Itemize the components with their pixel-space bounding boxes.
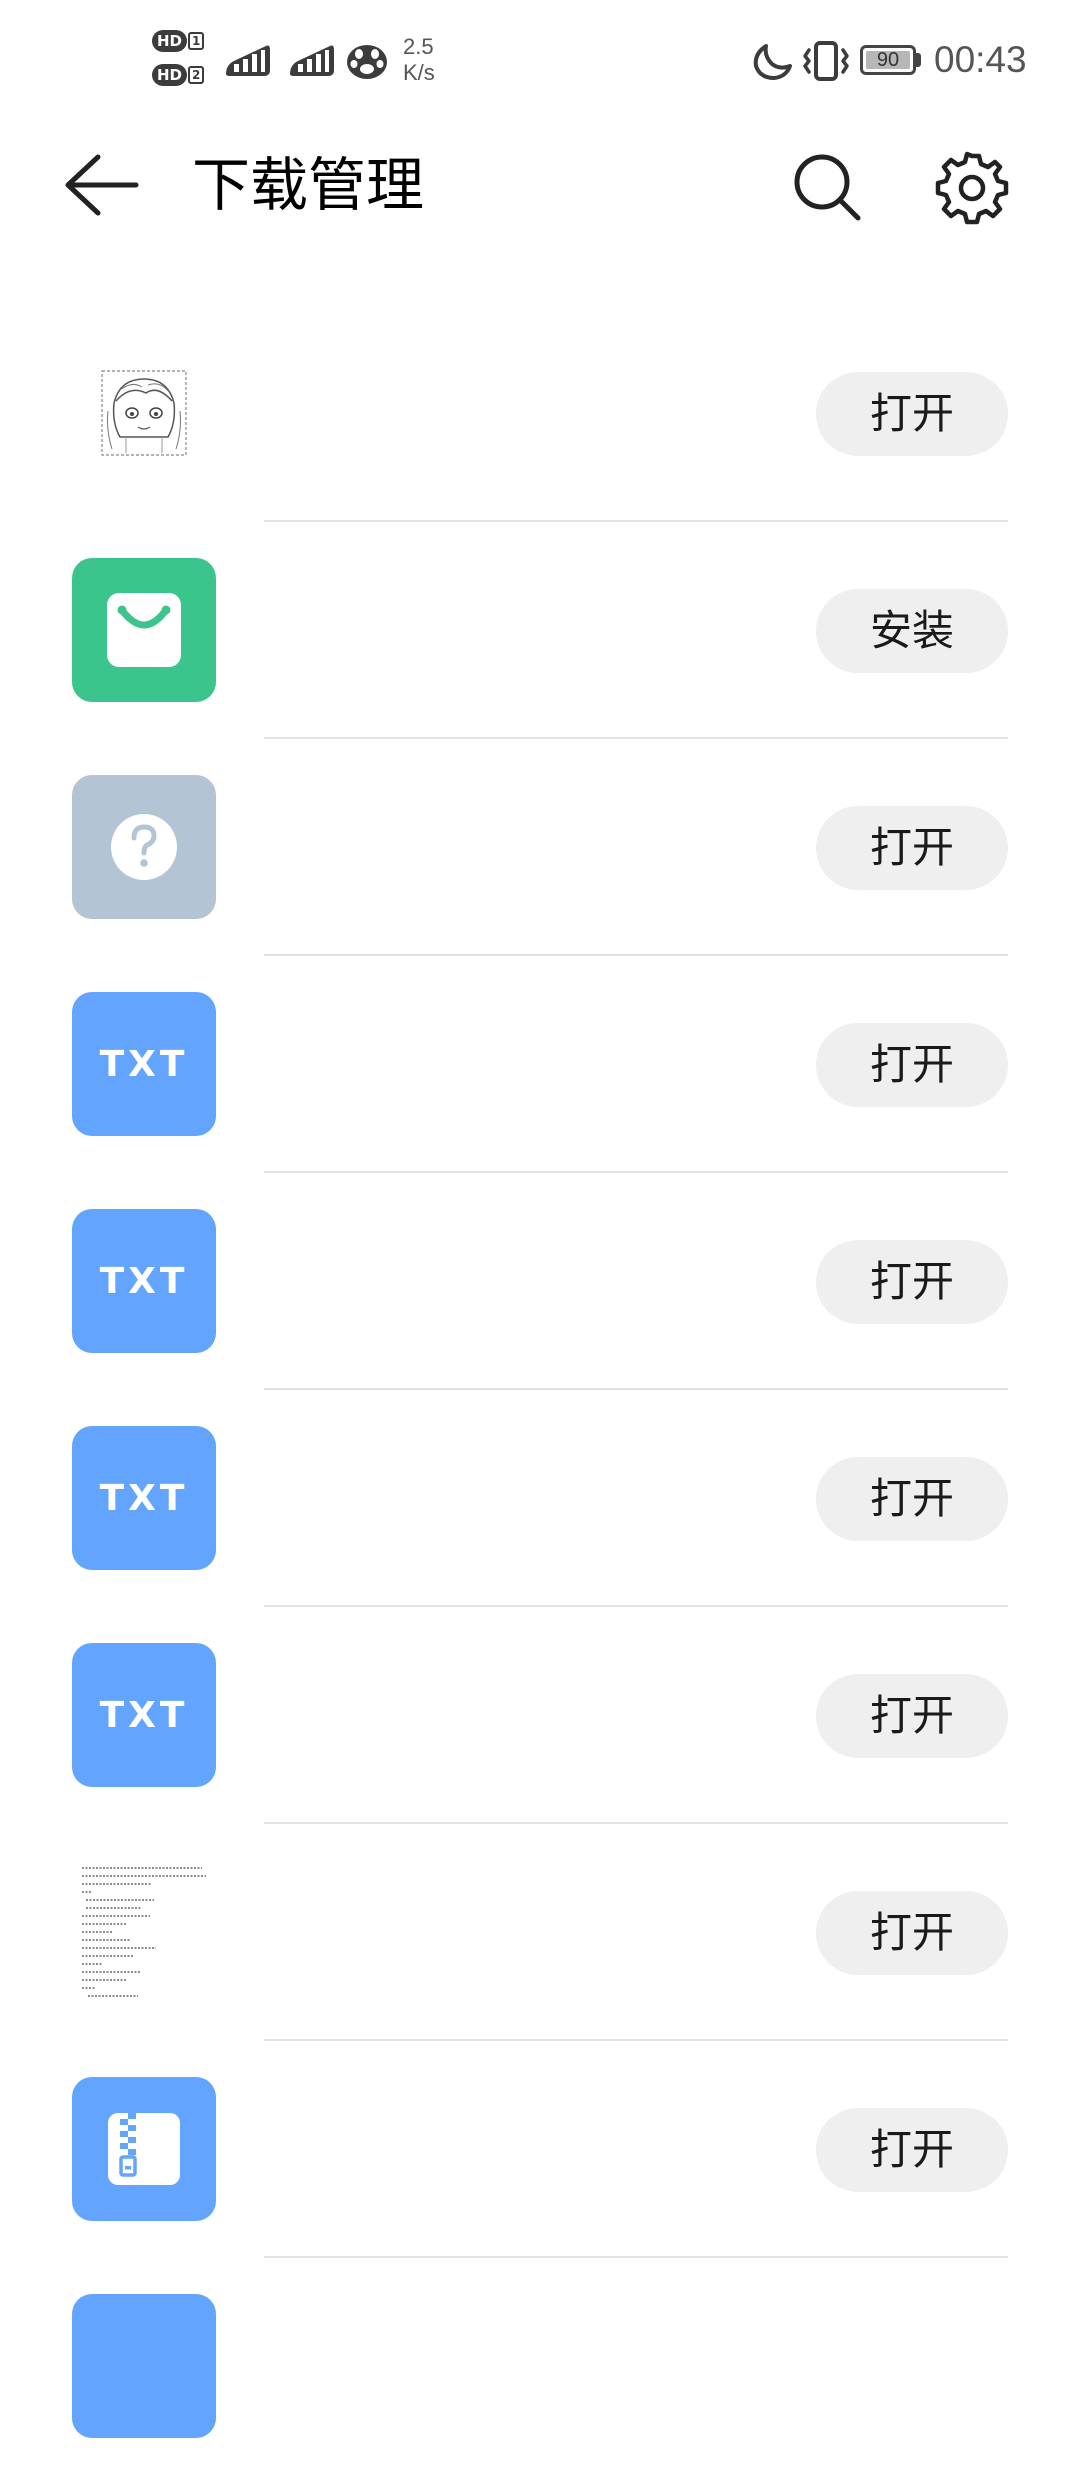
download-item[interactable] bbox=[0, 2258, 1080, 2475]
network-speed-value: 2.5 bbox=[403, 34, 434, 59]
zip-file-icon bbox=[72, 2077, 216, 2221]
open-button[interactable]: 打开 bbox=[816, 1457, 1008, 1541]
open-button[interactable]: 打开 bbox=[816, 1240, 1008, 1324]
battery-tip bbox=[916, 53, 921, 67]
open-button[interactable]: 打开 bbox=[816, 1891, 1008, 1975]
search-button[interactable] bbox=[790, 150, 866, 226]
txt-label: TXT bbox=[99, 1477, 189, 1519]
download-item[interactable]: 安装 bbox=[0, 522, 1080, 739]
download-item[interactable]: 打开 bbox=[0, 1824, 1080, 2041]
page-title: 下载管理 bbox=[192, 151, 425, 219]
paw-icon bbox=[347, 45, 387, 79]
txt-label: TXT bbox=[99, 1694, 189, 1736]
network-speed: 2.5 K/s bbox=[403, 34, 453, 86]
txt-label: TXT bbox=[99, 1260, 189, 1302]
hd2-badge: HD 2 bbox=[152, 64, 206, 86]
vibrate-icon bbox=[803, 41, 849, 81]
txt-file-icon: TXT bbox=[72, 1209, 216, 1353]
document-page-thumbnail bbox=[72, 1860, 216, 2004]
download-list: 打开 安装 打开 TXT 打开 TXT 打开 TXT 打开 TXT 打开 打开 … bbox=[0, 305, 1080, 2475]
back-button[interactable] bbox=[62, 150, 142, 220]
txt-file-icon: TXT bbox=[72, 1643, 216, 1787]
download-item[interactable]: TXT 打开 bbox=[0, 956, 1080, 1173]
shopping-bag-app-icon bbox=[72, 558, 216, 702]
manga-image-thumbnail bbox=[72, 341, 216, 485]
gear-icon bbox=[935, 151, 1009, 225]
download-item[interactable]: TXT 打开 bbox=[0, 1173, 1080, 1390]
open-button[interactable]: 打开 bbox=[816, 1674, 1008, 1758]
txt-file-icon: TXT bbox=[72, 1426, 216, 1570]
download-item[interactable]: 打开 bbox=[0, 739, 1080, 956]
signal-icon bbox=[226, 45, 270, 76]
hd2-label: HD bbox=[152, 64, 188, 86]
hd1-label: HD bbox=[152, 30, 188, 52]
signal-icon bbox=[290, 45, 334, 76]
txt-label: TXT bbox=[99, 1043, 189, 1085]
open-button[interactable]: 打开 bbox=[816, 806, 1008, 890]
arrow-left-icon bbox=[65, 154, 139, 216]
hd1-number: 1 bbox=[188, 32, 205, 50]
unknown-file-icon bbox=[72, 775, 216, 919]
download-item[interactable]: 打开 bbox=[0, 305, 1080, 522]
file-icon bbox=[72, 2294, 216, 2438]
battery-icon: 90 bbox=[860, 45, 916, 75]
status-time: 00:43 bbox=[934, 39, 1027, 80]
hd1-badge: HD 1 bbox=[152, 30, 206, 52]
hd-badges: HD 1 HD 2 bbox=[152, 30, 212, 94]
open-button[interactable]: 打开 bbox=[816, 1023, 1008, 1107]
status-bar: HD 1 HD 2 2.5 K/s 90 00:43 bbox=[0, 0, 1080, 120]
download-item[interactable]: 打开 bbox=[0, 2041, 1080, 2258]
app-header: 下载管理 bbox=[0, 120, 1080, 250]
search-icon bbox=[794, 154, 861, 221]
open-button[interactable]: 打开 bbox=[816, 2108, 1008, 2192]
txt-file-icon: TXT bbox=[72, 992, 216, 1136]
download-item[interactable]: TXT 打开 bbox=[0, 1607, 1080, 1824]
hd2-number: 2 bbox=[188, 66, 205, 84]
download-item[interactable]: TXT 打开 bbox=[0, 1390, 1080, 1607]
moon-icon bbox=[753, 44, 792, 80]
install-button[interactable]: 安装 bbox=[816, 589, 1008, 673]
open-button[interactable]: 打开 bbox=[816, 372, 1008, 456]
battery-level: 90 bbox=[876, 49, 900, 71]
network-speed-unit: K/s bbox=[403, 60, 435, 85]
settings-button[interactable] bbox=[934, 150, 1010, 226]
